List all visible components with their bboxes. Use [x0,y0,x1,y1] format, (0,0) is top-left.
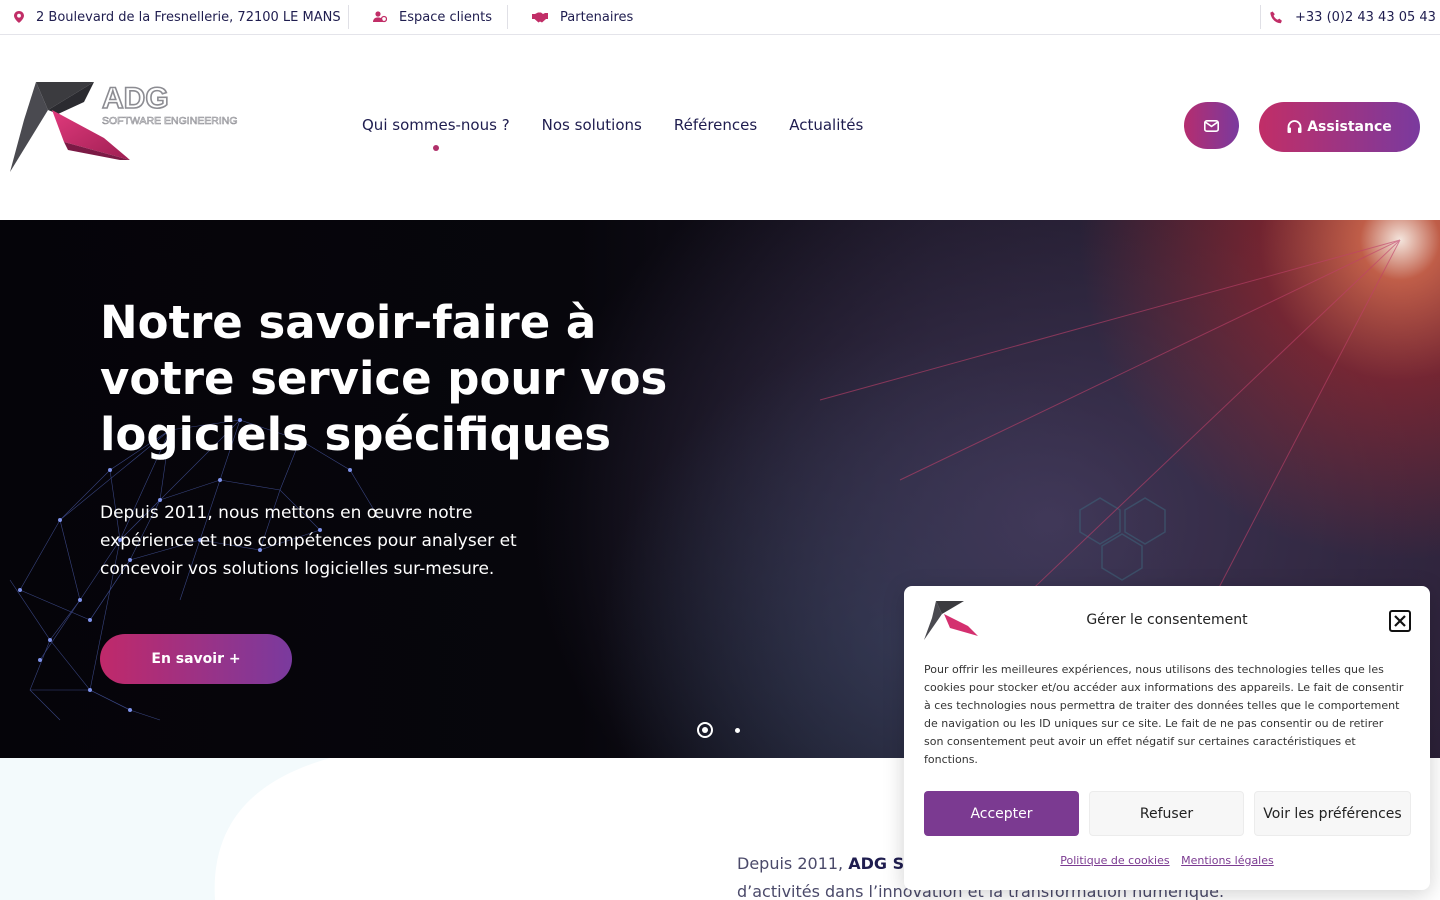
adg-logo[interactable]: ADG SOFTWARE ENGINEERING [8,80,288,176]
logo-tagline: SOFTWARE ENGINEERING [102,115,238,127]
nav-item-about[interactable]: Qui sommes-nous ? [362,116,510,151]
user-group-icon [373,11,387,23]
client-space-link[interactable]: Espace clients [373,0,492,34]
handshake-icon [532,12,548,22]
assistance-label: Assistance [1307,119,1392,135]
cookie-title: Gérer le consentement [1086,612,1248,628]
top-bar: 2 Boulevard de la Fresnellerie, 72100 LE… [0,0,1440,35]
address-item: 2 Boulevard de la Fresnellerie, 72100 LE… [14,0,341,34]
refuse-button[interactable]: Refuser [1089,791,1244,836]
slide-dot-1[interactable] [697,722,713,738]
nav-label: Références [673,116,758,134]
separator [507,5,508,29]
cookie-description: Pour offrir les meilleures expériences, … [924,663,1404,766]
nav-label: Qui sommes-nous ? [362,116,510,134]
separator [1260,5,1261,29]
headset-icon [1287,120,1302,133]
cookie-policy-link[interactable]: Politique de cookies [1060,854,1169,867]
nav-item-news[interactable]: Actualités [789,116,863,134]
client-space-label: Espace clients [399,9,492,25]
nav-label: Actualités [789,116,864,134]
nav-label: Nos solutions [541,116,642,134]
close-button[interactable] [1389,610,1411,632]
phone-icon [1270,11,1282,23]
partners-label: Partenaires [560,9,634,25]
nav-item-solutions[interactable]: Nos solutions [542,116,642,134]
dot-center [702,727,708,733]
cookie-links: Politique de cookies Mentions légales [904,854,1430,867]
mail-button[interactable] [1184,102,1239,149]
slider-pagination [697,722,740,738]
hero-subtitle: Depuis 2011, nous mettons en œuvre notre… [100,503,517,579]
active-indicator [432,145,439,151]
main-nav: Qui sommes-nous ? Nos solutions Référenc… [362,116,863,151]
logo-wordmark: ADG [102,82,169,115]
map-pin-icon [14,11,24,23]
accept-button[interactable]: Accepter [924,791,1079,836]
phone-number: +33 (0)2 43 43 05 43 [1295,9,1436,25]
address-text: 2 Boulevard de la Fresnellerie, 72100 LE… [36,9,341,25]
separator [348,5,349,29]
slide-dot-2[interactable] [735,727,740,733]
preferences-button[interactable]: Voir les préférences [1254,791,1411,836]
nav-item-references[interactable]: Références [674,116,757,134]
close-icon [1394,615,1406,627]
logo-mark: ADG SOFTWARE ENGINEERING [10,81,238,172]
learn-more-button[interactable]: En savoir + [100,634,292,684]
hero-title: Notre savoir-faire à votre service pour … [100,296,668,461]
assistance-button[interactable]: Assistance [1259,102,1420,152]
mail-icon [1204,119,1219,132]
legal-notice-link[interactable]: Mentions légales [1181,854,1274,867]
intro-prefix: Depuis 2011, [737,854,849,873]
partners-link[interactable]: Partenaires [532,0,633,34]
cookie-consent-dialog: Gérer le consentement Pour offrir les me… [904,586,1430,890]
phone-link[interactable]: +33 (0)2 43 43 05 43 [1270,0,1436,34]
